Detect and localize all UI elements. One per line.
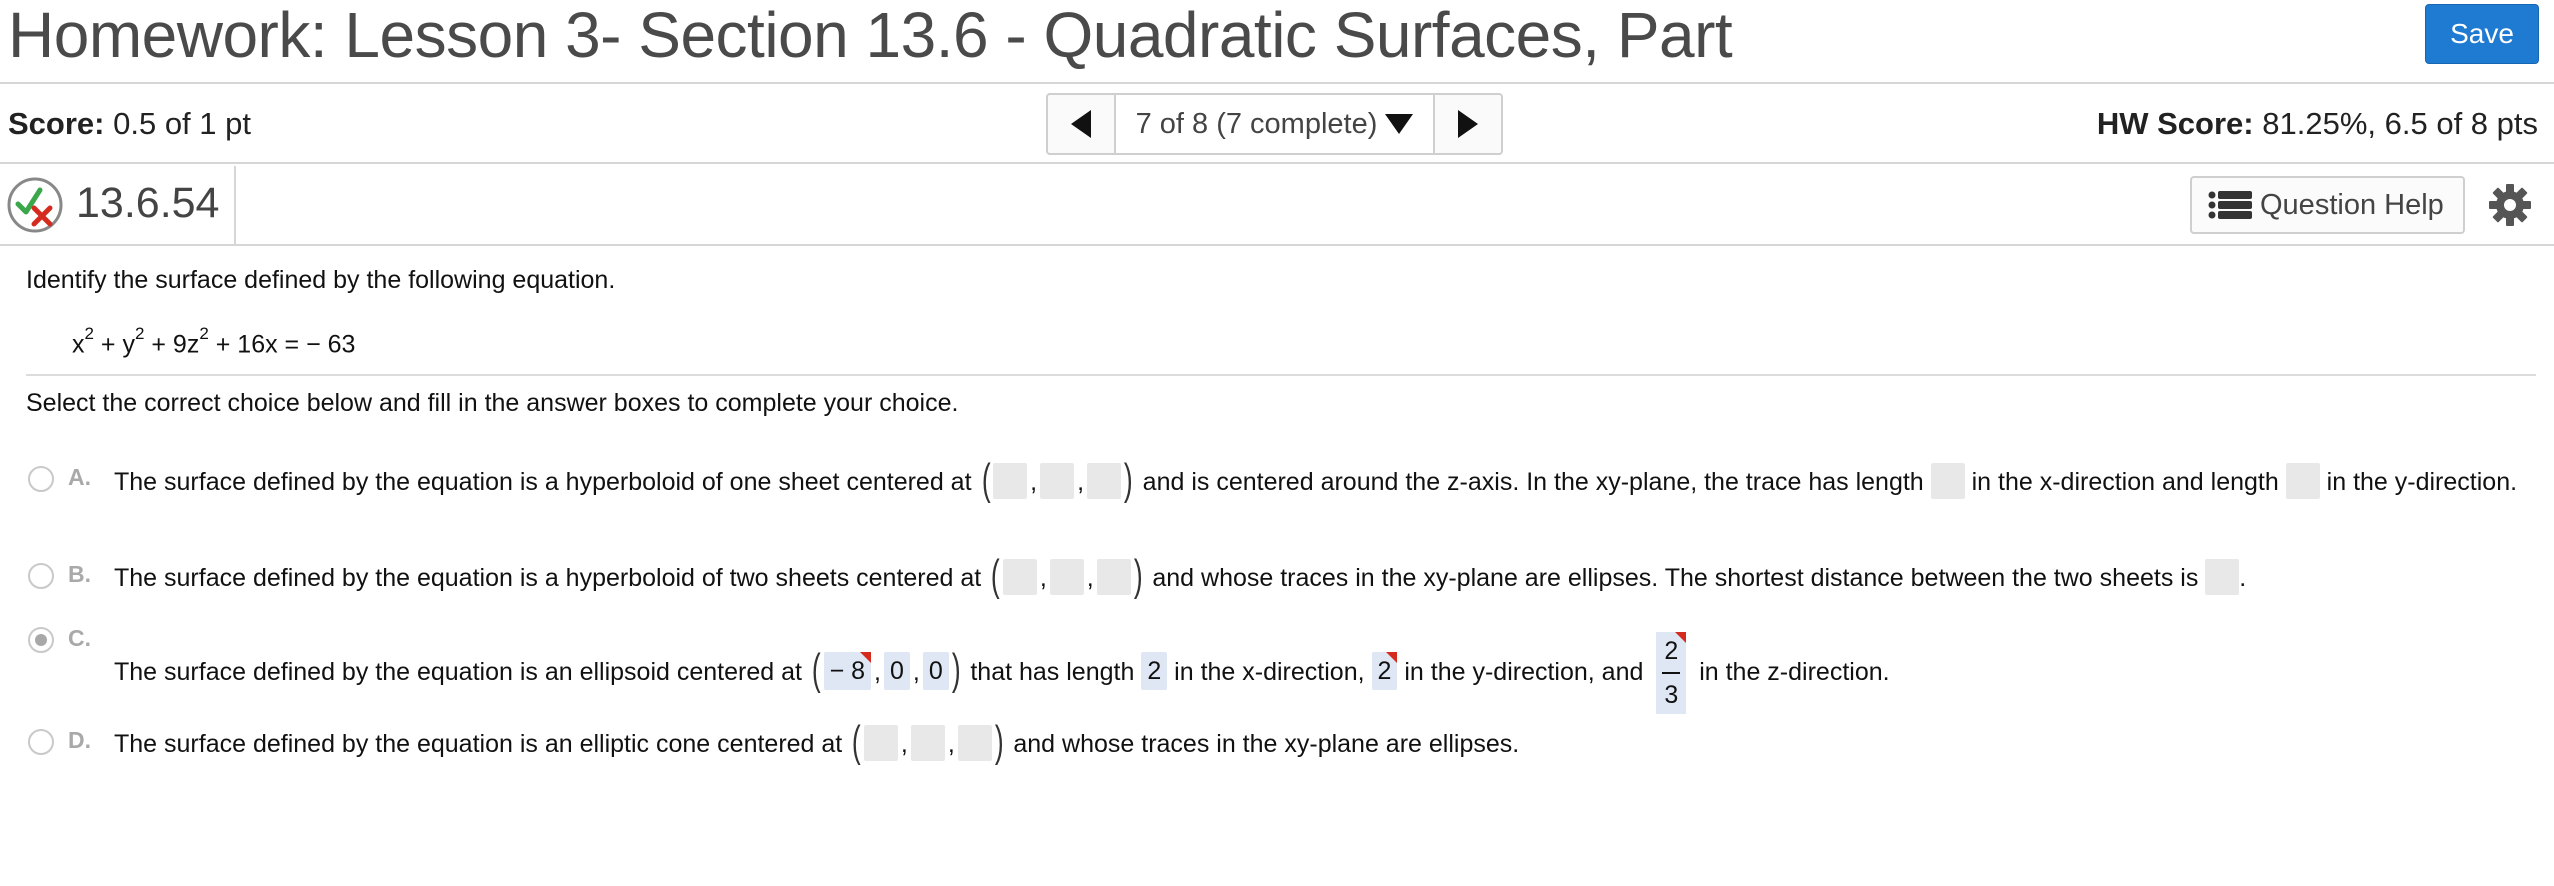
choice-d-text: The surface defined by the equation is a…: [114, 717, 1520, 767]
instruction-text: Select the correct choice below and fill…: [26, 389, 959, 417]
score-bar: Score: 0.5 of 1 pt 7 of 8 (7 complete) H…: [0, 86, 2554, 164]
choice-text: and whose traces in the xy-plane are ell…: [1152, 564, 2199, 592]
score-value: 0.5 of 1 pt: [113, 106, 251, 141]
equation-term: + y: [93, 330, 135, 359]
save-button[interactable]: Save: [2425, 4, 2539, 64]
center-z-answer[interactable]: 0: [922, 652, 949, 691]
question-score: Score: 0.5 of 1 pt: [8, 106, 251, 142]
answer-box[interactable]: [1049, 559, 1084, 596]
comma: ,: [1039, 564, 1047, 592]
comma: ,: [1086, 564, 1094, 592]
question-help-label: Question Help: [2260, 188, 2444, 221]
answer-box[interactable]: [1096, 559, 1131, 596]
choice-text: The surface defined by the equation is a…: [114, 468, 972, 496]
equation-exponent: 2: [134, 324, 145, 343]
answer-box[interactable]: [1087, 463, 1122, 500]
choice-d-radio[interactable]: [28, 729, 54, 755]
hw-score-value: 81.25%, 6.5 of 8 pts: [2262, 106, 2538, 141]
comma: ,: [1077, 468, 1085, 496]
choice-c-radio[interactable]: [28, 627, 54, 653]
choice-c-text: The surface defined by the equation is a…: [114, 631, 1890, 715]
choice-b-letter: B.: [68, 561, 91, 587]
choice-text: in the z-direction.: [1699, 658, 1890, 686]
next-arrow-icon: [1458, 110, 1478, 138]
answer-box[interactable]: [863, 725, 898, 762]
center-y-answer[interactable]: 0: [883, 652, 910, 691]
z-length-answer[interactable]: 23: [1656, 632, 1687, 715]
answer-box[interactable]: [1930, 463, 1965, 500]
question-position: 7 of 8 (7 complete): [1135, 107, 1378, 140]
choice-text: that has length: [970, 658, 1135, 686]
hw-score-label: HW Score:: [2096, 106, 2254, 141]
equation: x2 + y2 + 9z2 + 16x = − 63: [72, 324, 356, 359]
dropdown-arrow-icon: [1385, 114, 1414, 134]
title-bar: Homework: Lesson 3- Section 13.6 - Quadr…: [0, 0, 2554, 84]
center-x-answer[interactable]: − 8: [823, 652, 872, 691]
page-title: Homework: Lesson 3- Section 13.6 - Quadr…: [8, 0, 1733, 71]
choice-b-radio[interactable]: [28, 563, 54, 589]
question-navigator: 7 of 8 (7 complete): [1046, 93, 1503, 155]
choice-a-letter: A.: [68, 464, 91, 490]
fraction-numerator: 2: [1662, 634, 1681, 675]
comma: ,: [900, 730, 908, 758]
choice-text: The surface defined by the equation is a…: [114, 658, 802, 686]
open-paren: (: [811, 645, 821, 695]
choice-text: .: [2239, 564, 2247, 592]
comma: ,: [912, 658, 920, 686]
choice-b-text: The surface defined by the equation is a…: [114, 551, 2247, 601]
comma: ,: [874, 658, 881, 686]
question-prompt: Identify the surface defined by the foll…: [26, 266, 616, 294]
equation-exponent: 2: [84, 324, 94, 343]
previous-arrow-icon: [1071, 110, 1091, 138]
divider: [26, 374, 2536, 376]
choice-text: in the y-direction.: [2326, 468, 2518, 496]
answer-box[interactable]: [957, 725, 992, 762]
next-question-button[interactable]: [1433, 95, 1501, 153]
answer-box[interactable]: [2205, 559, 2240, 596]
answer-box[interactable]: [910, 725, 945, 762]
open-paren: (: [991, 551, 1000, 601]
choice-text: The surface defined by the equation is a…: [114, 564, 982, 592]
choice-text: in the x-direction,: [1174, 658, 1365, 686]
choice-text: and whose traces in the xy-plane are ell…: [1013, 730, 1520, 758]
y-length-answer[interactable]: 2: [1371, 652, 1398, 691]
choice-text: The surface defined by the equation is a…: [114, 730, 843, 758]
choice-c-letter: C.: [68, 625, 91, 651]
list-icon: [2208, 191, 2252, 219]
choice-a-radio[interactable]: [28, 466, 54, 492]
choice-a-text: The surface defined by the equation is a…: [114, 455, 2534, 505]
question-number: 13.6.54: [76, 179, 220, 227]
equation-exponent: 2: [199, 324, 209, 343]
homework-score: HW Score: 81.25%, 6.5 of 8 pts: [2097, 106, 2538, 142]
close-paren: ): [1133, 551, 1143, 601]
equation-term: + 9z: [144, 330, 200, 359]
question-help-button[interactable]: Question Help: [2190, 176, 2465, 234]
answer-box[interactable]: [993, 463, 1028, 500]
question-header: 13.6.54 Question Help: [0, 166, 2554, 246]
question-id-box: 13.6.54: [0, 166, 236, 244]
comma: ,: [1030, 468, 1038, 496]
partial-credit-icon: [7, 177, 63, 233]
fraction-denominator: 3: [1664, 681, 1679, 710]
equation-term: x: [72, 330, 85, 359]
close-paren: ): [1123, 455, 1133, 505]
answer-box[interactable]: [1002, 559, 1037, 596]
previous-question-button[interactable]: [1048, 95, 1116, 153]
x-length-answer[interactable]: 2: [1141, 652, 1168, 691]
comma: ,: [947, 730, 955, 758]
choice-text: in the y-direction, and: [1404, 658, 1644, 686]
open-paren: (: [852, 717, 861, 767]
score-label: Score:: [8, 106, 105, 141]
answer-box[interactable]: [1040, 463, 1075, 500]
choice-text: in the x-direction and length: [1971, 468, 2279, 496]
choice-text: and is centered around the z-axis. In th…: [1142, 468, 1924, 496]
close-paren: ): [951, 645, 961, 695]
question-select-dropdown[interactable]: 7 of 8 (7 complete): [1116, 95, 1433, 153]
choice-d-letter: D.: [68, 727, 91, 753]
open-paren: (: [981, 455, 991, 505]
gear-icon[interactable]: [2489, 184, 2531, 226]
answer-box[interactable]: [2285, 463, 2320, 500]
equation-term: + 16x = − 63: [208, 330, 356, 359]
close-paren: ): [994, 717, 1004, 767]
